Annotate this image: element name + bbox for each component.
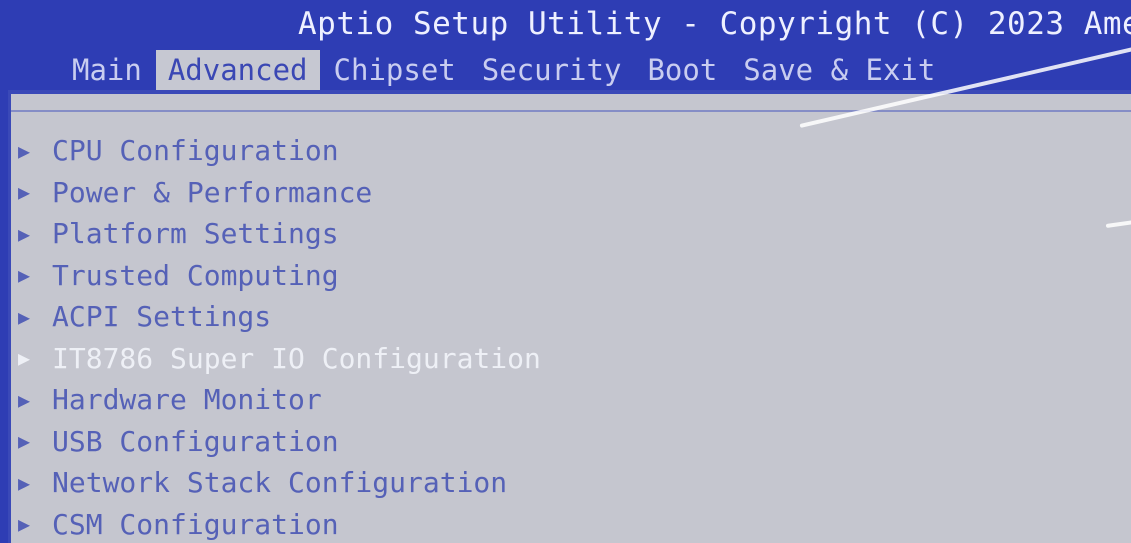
tab-main[interactable]: Main <box>60 50 154 90</box>
menu-item-label: CSM Configuration <box>52 507 339 541</box>
tab-chipset[interactable]: Chipset <box>322 50 468 90</box>
submenu-arrow-icon: ▶ <box>18 263 31 288</box>
menu-item-label: CPU Configuration <box>52 134 339 168</box>
menu-item-label: Trusted Computing <box>52 258 339 292</box>
submenu-arrow-icon: ▶ <box>18 429 31 454</box>
submenu-arrow-icon: ▶ <box>18 304 31 329</box>
menu-item-usb-configuration[interactable]: ▶ USB Configuration <box>18 421 541 463</box>
panel-divider <box>11 110 1131 112</box>
menu-item-label: Hardware Monitor <box>52 383 322 417</box>
submenu-arrow-icon: ▶ <box>18 180 31 205</box>
submenu-arrow-icon: ▶ <box>18 346 31 371</box>
menu-item-csm-configuration[interactable]: ▶ CSM Configuration <box>18 504 541 543</box>
submenu-arrow-icon: ▶ <box>18 138 31 163</box>
menu-item-trusted-computing[interactable]: ▶ Trusted Computing <box>18 255 541 297</box>
menu-item-label: Power & Performance <box>52 175 373 209</box>
tab-bar: Main Advanced Chipset Security Boot Save… <box>60 50 947 90</box>
menu-item-label: Platform Settings <box>52 217 339 251</box>
submenu-arrow-icon: ▶ <box>18 387 31 412</box>
menu-item-power-performance[interactable]: ▶ Power & Performance <box>18 172 541 214</box>
submenu-arrow-icon: ▶ <box>18 470 31 495</box>
menu-item-network-stack-configuration[interactable]: ▶ Network Stack Configuration <box>18 462 541 504</box>
menu-item-platform-settings[interactable]: ▶ Platform Settings <box>18 213 541 255</box>
advanced-menu: ▶ CPU Configuration ▶ Power & Performanc… <box>18 130 541 543</box>
menu-item-label: Network Stack Configuration <box>52 466 508 500</box>
menu-item-acpi-settings[interactable]: ▶ ACPI Settings <box>18 296 541 338</box>
menu-item-label: ACPI Settings <box>52 300 272 334</box>
menu-item-label: IT8786 Super IO Configuration <box>52 341 541 375</box>
submenu-arrow-icon: ▶ <box>18 512 31 537</box>
tab-security[interactable]: Security <box>470 50 634 90</box>
bios-screen: Aptio Setup Utility - Copyright (C) 2023… <box>0 0 1131 543</box>
menu-item-label: USB Configuration <box>52 424 339 458</box>
tab-boot[interactable]: Boot <box>635 50 729 90</box>
menu-item-super-io-configuration[interactable]: ▶ IT8786 Super IO Configuration <box>18 338 541 380</box>
menu-item-hardware-monitor[interactable]: ▶ Hardware Monitor <box>18 379 541 421</box>
tab-advanced[interactable]: Advanced <box>155 50 320 90</box>
submenu-arrow-icon: ▶ <box>18 221 31 246</box>
menu-item-cpu-configuration[interactable]: ▶ CPU Configuration <box>18 130 541 172</box>
tab-save-exit[interactable]: Save & Exit <box>731 50 947 90</box>
header-title: Aptio Setup Utility - Copyright (C) 2023… <box>298 6 1131 42</box>
